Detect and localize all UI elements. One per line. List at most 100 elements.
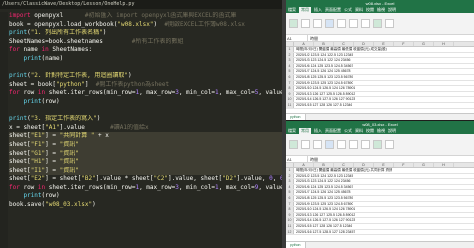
row-cells[interactable]: 2020/1/7 124.5 126 124 125 45678 (294, 190, 351, 195)
sheet-tab[interactable]: python (286, 242, 306, 248)
paste-icon[interactable] (289, 19, 298, 28)
row-number[interactable]: 10 (286, 97, 294, 102)
ribbon-tab[interactable]: 檢視 (377, 128, 385, 134)
conditional-format-icon[interactable] (337, 19, 346, 28)
row-number[interactable]: 6 (286, 195, 294, 201)
ribbon-tab[interactable]: 說明 (388, 128, 396, 134)
column-header[interactable]: E (374, 42, 394, 46)
row-number[interactable]: 4 (286, 63, 294, 69)
row-cells[interactable]: 2020/1/6 124 125 123.5 124.5 34567 (294, 185, 353, 190)
ribbon-tab[interactable]: 常用 (299, 7, 311, 13)
cell-style-icon[interactable] (361, 19, 370, 28)
select-all-corner[interactable] (286, 163, 294, 167)
code-line[interactable]: x = sheet["A1"].value #讀A1的值給x (9, 124, 282, 133)
code-line[interactable]: print(row) (9, 192, 282, 201)
column-header[interactable]: H (434, 163, 454, 167)
code-area[interactable]: import openpyxl #初始匯入 import openpyxl函式庫… (9, 12, 282, 210)
name-box[interactable]: A1 (286, 156, 308, 162)
code-line[interactable] (9, 64, 282, 73)
row-number[interactable]: 7 (286, 80, 294, 86)
code-line[interactable]: import openpyxl #初始匯入 import openpyxl函式庫… (9, 12, 282, 21)
ribbon-tab[interactable]: 說明 (388, 7, 396, 13)
align-icon[interactable] (313, 140, 322, 149)
table-format-icon[interactable] (349, 140, 358, 149)
row-cells[interactable]: 2020/1/10 124.5 126.5 124 126 78901 (294, 207, 355, 212)
ribbon-tab[interactable]: 檔案 (288, 128, 296, 134)
column-header[interactable]: C (334, 163, 354, 167)
row-number[interactable]: 9 (286, 212, 294, 218)
row-number[interactable]: 5 (286, 190, 294, 195)
code-line[interactable]: book = openpyxl.load_workbook("w08.xlsx"… (9, 21, 282, 30)
ribbon-tab[interactable]: 插入 (314, 7, 322, 13)
code-line[interactable]: sheet["G1"] = "資訊" (9, 149, 282, 159)
row-number[interactable]: 6 (286, 74, 294, 80)
ribbon-tab[interactable]: 檔案 (288, 7, 296, 13)
row-cells[interactable]: 2020/1/8 125 125.5 123 123.5 56789 (294, 75, 353, 80)
row-cells[interactable]: 時間(年/月/日) 開盤價 最高價 最低價 收盤價(元) 共同計算 資訊 (294, 168, 392, 173)
column-header[interactable]: G (414, 42, 434, 46)
cell-style-icon[interactable] (361, 140, 370, 149)
insert-icon[interactable] (373, 140, 382, 149)
code-line[interactable]: sheet["I1"] = "資訊" (9, 166, 282, 176)
formula-input[interactable]: 時間 (308, 35, 318, 41)
ribbon-tab[interactable]: 頁面配置 (325, 128, 341, 134)
ribbon-tab[interactable]: 常用 (299, 128, 311, 134)
excel-window-bottom[interactable]: w08_03.xlsx - Excel 檔案 常用 插入 頁面配置 公式 資料 校閱 檢視 說明… (286, 121, 474, 248)
code-line[interactable]: print("2. 針對特定工作表, 用迴圈讀取") (9, 72, 282, 81)
row-number[interactable]: 3 (286, 58, 294, 63)
row-cells[interactable]: 2020/1/9 123.5 125 123 124.5 67890 (294, 202, 353, 207)
column-header[interactable]: F (394, 163, 414, 167)
row-cells[interactable]: 2020/1/9 123.5 125 123 124.5 67890 (294, 81, 353, 86)
row-number[interactable]: 10 (286, 218, 294, 223)
number-format-icon[interactable] (325, 140, 334, 149)
row-cells[interactable]: 2020/1/14 126.5 127.5 126 127 90123 (294, 218, 355, 223)
ribbon-tab[interactable]: 資料 (355, 128, 363, 134)
column-header[interactable]: E (374, 163, 394, 167)
row-cells[interactable]: 2020/1/8 125 125.5 123 123.5 56789 (294, 196, 353, 201)
row-cells[interactable]: 2020/1/15 127 128 126 127.5 12346 (294, 103, 352, 108)
row-number[interactable]: 9 (286, 91, 294, 97)
code-line[interactable]: sheet["F1"] = "資訊" (9, 140, 282, 150)
ribbon-tab[interactable]: 頁面配置 (325, 7, 341, 13)
row-cells[interactable]: 2020/1/13 126 127 125.5 126.5 89012 (294, 92, 355, 97)
excel-window-top[interactable]: w08.xlsx - Excel 檔案 常用 插入 頁面配置 公式 資料 校閱 檢視 說明 A1… (286, 0, 474, 120)
code-line[interactable]: sheet["E1"] = "共同計算 " + x (9, 132, 282, 141)
row-cells[interactable]: 2020/1/15 127 128 126 127.5 12346 (294, 224, 352, 229)
row-number[interactable]: 8 (286, 207, 294, 212)
row-cells[interactable]: 2020/1/2 123.5 124 122.5 123 12345 (294, 174, 353, 179)
column-header[interactable]: A (294, 42, 314, 46)
row-cells[interactable]: 2020/1/2 123.5 124 122.5 123 12345 (294, 53, 353, 58)
paste-icon[interactable] (289, 140, 298, 149)
column-header[interactable]: D (354, 163, 374, 167)
spreadsheet-grid[interactable]: A B C D E F G H 1 時間(年/月/日) 開盤價 最高價 最低價 收盤價(元) 共同… (286, 163, 474, 236)
row-number[interactable]: 7 (286, 201, 294, 207)
code-line[interactable]: for name in SheetNames: (9, 46, 282, 55)
code-line[interactable]: print("3. 指定工作表的寫入") (9, 115, 282, 124)
row-number[interactable]: 2 (286, 52, 294, 58)
ribbon-tab[interactable]: 檢視 (377, 7, 385, 13)
row-number[interactable]: 2 (286, 173, 294, 179)
row-number[interactable]: 1 (286, 168, 294, 173)
table-format-icon[interactable] (349, 19, 358, 28)
spreadsheet-grid[interactable]: A B C D E F G H 1 時間(年/月/日) 開盤價 最高價 最低價 收盤價(元) 成交… (286, 42, 474, 109)
select-all-corner[interactable] (286, 42, 294, 46)
insert-icon[interactable] (373, 19, 382, 28)
row-number[interactable]: 8 (286, 86, 294, 91)
sheet-tab[interactable]: python (286, 114, 306, 120)
name-box[interactable]: A1 (286, 35, 308, 41)
row-cells[interactable]: 2020/1/7 124.5 126 124 125 45678 (294, 69, 351, 74)
code-line[interactable]: print("1. 列出所有工作表名稱") (9, 29, 282, 38)
column-header[interactable]: A (294, 163, 314, 167)
code-line[interactable]: sheet["H1"] = "資訊" (9, 158, 282, 167)
column-header[interactable]: B (314, 42, 334, 46)
column-header[interactable]: F (394, 42, 414, 46)
table-row[interactable]: 11 2020/1/15 127 128 126 127.5 12346 (286, 102, 474, 109)
conditional-format-icon[interactable] (337, 140, 346, 149)
code-line[interactable]: sheet["E2"] = sheet["B2"].value * sheet[… (9, 175, 282, 184)
row-number[interactable]: 1 (286, 47, 294, 52)
sort-icon[interactable] (385, 19, 394, 28)
code-line[interactable]: print(name) (9, 55, 282, 64)
row-cells[interactable]: 時間(年/月/日) 開盤價 最高價 最低價 收盤價(元) 成交量(股) (294, 47, 387, 52)
row-number[interactable]: 4 (286, 184, 294, 190)
align-icon[interactable] (313, 19, 322, 28)
